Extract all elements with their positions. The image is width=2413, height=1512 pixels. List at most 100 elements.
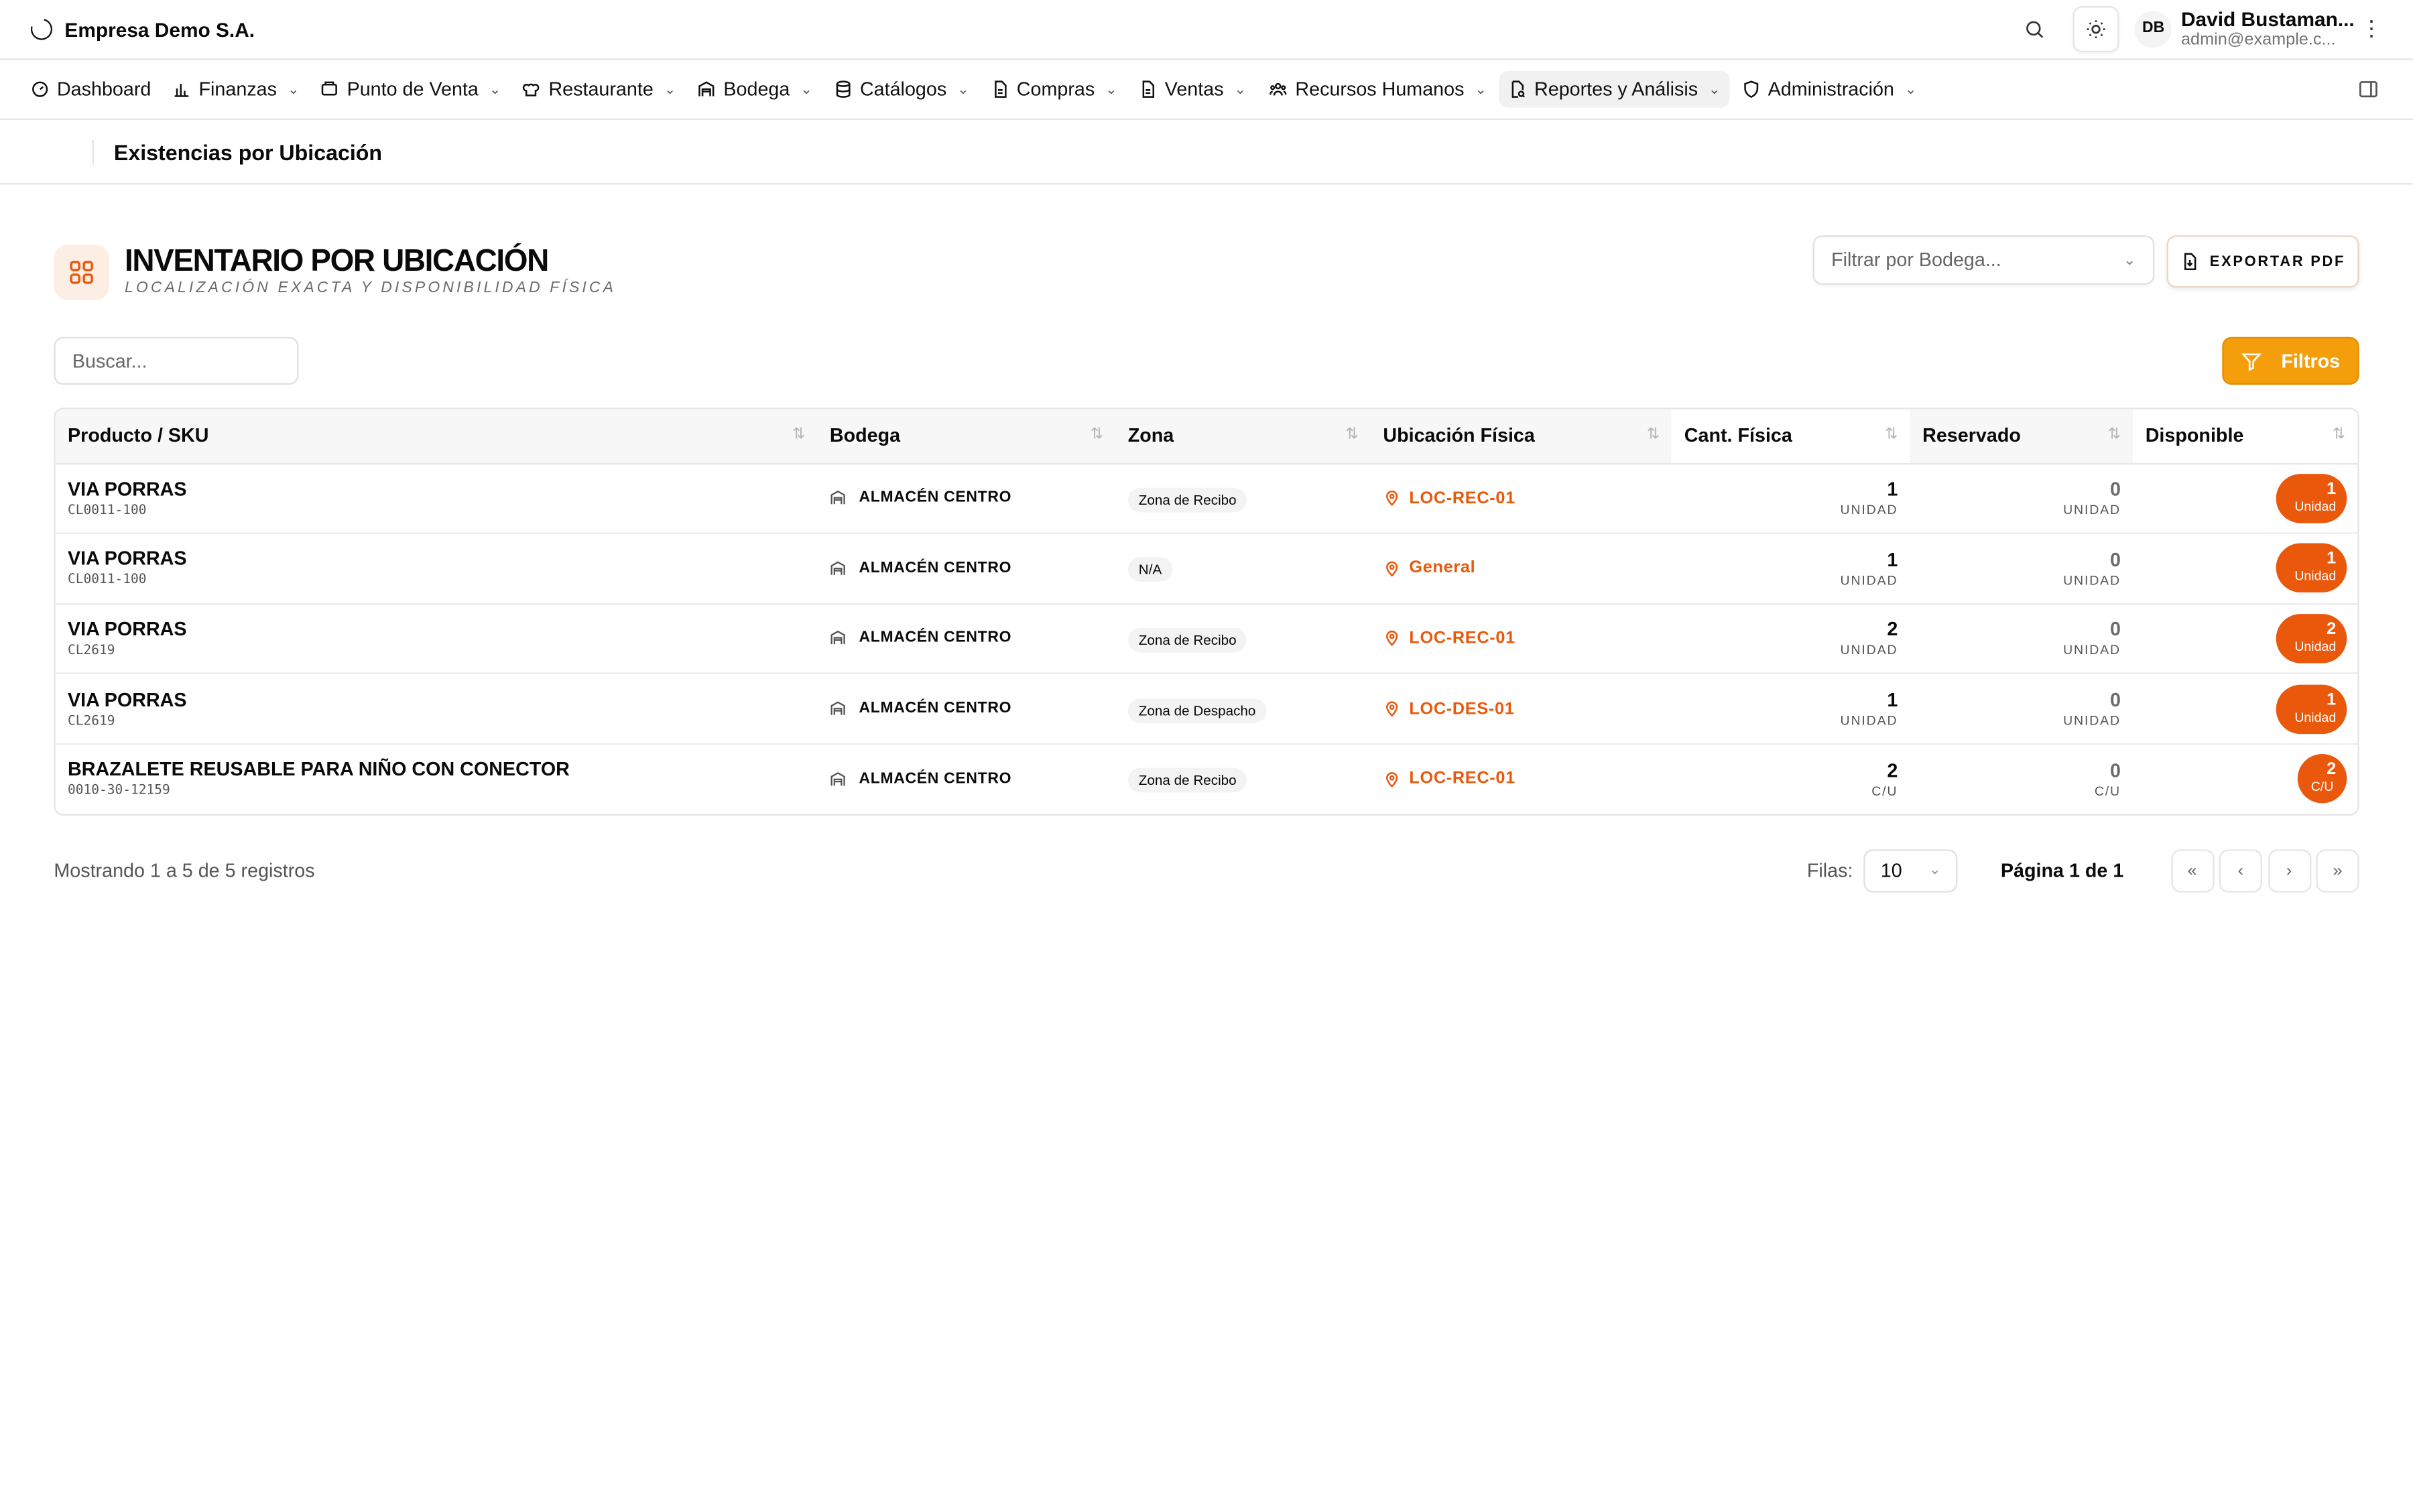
cell-zona: Zona de Recibo [1115, 744, 1371, 814]
search-input[interactable]: Buscar... [54, 336, 299, 385]
product-name: VIA PORRAS [68, 478, 187, 500]
column-header-zona[interactable]: Zona ⇅ [1115, 409, 1371, 464]
theme-toggle-button[interactable] [2073, 6, 2120, 53]
rows-value: 10 [1880, 860, 1902, 882]
disponible-badge: 1 Unidad [2276, 473, 2347, 523]
next-page-button[interactable]: › [2268, 849, 2311, 893]
filters-label: Filtros [2281, 350, 2341, 372]
section-subtitle: LOCALIZACIÓN EXACTA Y DISPONIBILIDAD FÍS… [124, 279, 617, 298]
column-header-product[interactable]: Producto / SKU ⇅ [55, 409, 818, 464]
sidebar-toggle-button[interactable] [2345, 66, 2392, 113]
disponible-unit: Unidad [2294, 638, 2337, 654]
reservado-unit: UNIDAD [2063, 712, 2121, 729]
prev-page-button[interactable]: ‹ [2219, 849, 2262, 893]
first-page-button[interactable]: « [2170, 849, 2214, 893]
chevron-down-icon: ⌄ [288, 80, 300, 97]
column-label: Producto / SKU [68, 425, 209, 447]
fisica-value: 2 [1887, 619, 1898, 641]
disponible-badge: 1 Unidad [2276, 684, 2347, 734]
fisica-unit: UNIDAD [1840, 642, 1898, 658]
nav-label: Compras [1016, 78, 1095, 101]
cell-zona: Zona de Recibo [1115, 463, 1371, 534]
chevron-down-icon: ⌄ [1475, 80, 1487, 97]
nav-item-compras[interactable]: Compras ⌄ [981, 71, 1126, 108]
export-label: EXPORTAR PDF [2209, 253, 2346, 270]
product-name: VIA PORRAS [68, 688, 187, 710]
disponible-value: 1 [2327, 479, 2337, 499]
document-icon [994, 80, 1006, 98]
search-button[interactable] [2012, 6, 2058, 52]
disponible-value: 2 [2327, 620, 2337, 639]
section-title: INVENTARIO POR UBICACIÓN [124, 245, 549, 279]
kebab-icon[interactable]: ⋮ [2361, 16, 2382, 42]
disponible-unit: Unidad [2294, 498, 2337, 514]
product-sku: CL0011-100 [68, 503, 147, 519]
cell-bodega: ALMACÉN CENTRO [817, 463, 1116, 534]
nav-item-administracion[interactable]: Administración ⌄ [1733, 71, 1926, 108]
cell-bodega: ALMACÉN CENTRO [817, 533, 1116, 605]
sort-icon[interactable]: ⇅ [1091, 426, 1103, 443]
company-logo-icon [27, 14, 56, 44]
company-switcher[interactable]: Empresa Demo S.A. [27, 14, 255, 44]
warehouse-icon [830, 560, 847, 576]
rows-per-page-select[interactable]: 10 ⌄ [1863, 849, 1958, 893]
nav-item-recursos-humanos[interactable]: Recursos Humanos ⌄ [1258, 71, 1495, 108]
sort-icon[interactable]: ⇅ [792, 426, 805, 443]
map-pin-icon [1383, 560, 1400, 577]
table-row[interactable]: VIA PORRAS CL2619 ALMACÉN CENTRO Zona de De… [55, 674, 2358, 745]
column-header-fisica[interactable]: Cant. Física ⇅ [1672, 409, 1910, 464]
product-name: BRAZALETE REUSABLE PARA NIÑO CON CONECTO… [68, 759, 570, 781]
cell-disponible: 1 Unidad [2133, 533, 2358, 605]
export-pdf-button[interactable]: EXPORTAR PDF [2166, 235, 2359, 288]
cell-bodega: ALMACÉN CENTRO [817, 603, 1116, 675]
chevron-right-icon: › [2286, 861, 2292, 881]
users-icon [1269, 82, 1286, 96]
sort-icon[interactable]: ⇅ [2333, 426, 2345, 443]
nav-item-punto-de-venta[interactable]: Punto de Venta ⌄ [312, 71, 510, 108]
double-chevron-right-icon: » [2333, 861, 2343, 881]
bodega-filter-select[interactable]: Filtrar por Bodega... ⌄ [1812, 235, 2155, 285]
report-icon [1511, 80, 1525, 98]
product-sku: CL2619 [68, 713, 115, 729]
user-menu[interactable]: DB David Bustaman... admin@example.c... … [2135, 7, 2382, 50]
bodega-name: ALMACÉN CENTRO [859, 700, 1012, 718]
sort-icon[interactable]: ⇅ [1885, 426, 1898, 443]
sort-icon[interactable]: ⇅ [1345, 426, 1358, 443]
nav-item-catalogos[interactable]: Catálogos ⌄ [824, 71, 978, 108]
table-row[interactable]: VIA PORRAS CL0011-100 ALMACÉN CENTRO Zona d… [55, 463, 2358, 534]
nav-item-reportes[interactable]: Reportes y Análisis ⌄ [1499, 70, 1730, 108]
table-body: VIA PORRAS CL0011-100 ALMACÉN CENTRO Zona d… [55, 463, 2358, 814]
nav-item-restaurante[interactable]: Restaurante ⌄ [513, 71, 685, 108]
nav-label: Restaurante [548, 78, 654, 101]
column-header-reservado[interactable]: Reservado ⇅ [1910, 409, 2133, 464]
column-header-disponible[interactable]: Disponible ⇅ [2133, 409, 2358, 464]
cell-ubicacion: LOC-DES-01 [1371, 674, 1672, 745]
table-row[interactable]: BRAZALETE REUSABLE PARA NIÑO CON CONECTO… [56, 744, 2358, 814]
table-row[interactable]: VIA PORRAS CL2619 ALMACÉN CENTRO Zona de Re… [55, 603, 2358, 675]
fisica-value: 1 [1887, 479, 1898, 501]
nav-item-ventas[interactable]: Ventas ⌄ [1129, 71, 1255, 108]
nav-label: Finanzas [198, 78, 277, 101]
filters-button[interactable]: Filtros [2222, 336, 2359, 385]
warehouse-icon [830, 630, 847, 647]
cell-disponible: 1 Unidad [2133, 463, 2358, 534]
warehouse-icon [830, 700, 847, 717]
nav-item-dashboard[interactable]: Dashboard [21, 71, 160, 108]
heading-block: INVENTARIO POR UBICACIÓN LOCALIZACIÓN EX… [125, 241, 616, 297]
sort-icon[interactable]: ⇅ [2108, 426, 2121, 443]
product-sku: CL2619 [68, 643, 115, 659]
chevron-down-icon: ⌄ [957, 80, 969, 97]
chevron-down-icon: ⌄ [1105, 80, 1117, 97]
table-row[interactable]: VIA PORRAS CL0011-100 ALMACÉN CENTRO N/A Gen… [55, 533, 2358, 605]
cell-fisica: 1 UNIDAD [1672, 533, 1910, 605]
chart-bar-icon [174, 84, 189, 97]
column-header-ubicacion[interactable]: Ubicación Física ⇅ [1371, 409, 1672, 464]
zona-badge: Zona de Recibo [1127, 768, 1247, 794]
breadcrumb-divider [92, 139, 95, 164]
nav-item-bodega[interactable]: Bodega ⌄ [688, 71, 822, 108]
column-header-bodega[interactable]: Bodega ⇅ [817, 409, 1116, 464]
cell-zona: Zona de Recibo [1115, 603, 1371, 675]
last-page-button[interactable]: » [2316, 849, 2359, 893]
nav-item-finanzas[interactable]: Finanzas ⌄ [164, 71, 308, 108]
sort-icon[interactable]: ⇅ [1647, 426, 1660, 443]
